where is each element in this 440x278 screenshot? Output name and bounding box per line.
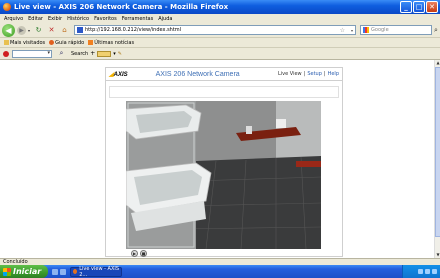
maximize-button[interactable]: □: [413, 1, 425, 13]
bookmark-guia-rapido[interactable]: Guia rápido: [49, 40, 84, 46]
addon-search[interactable]: Search + ▾ ✎: [71, 50, 122, 57]
firefox-bookmark-icon: [49, 40, 55, 45]
bookmarks-bar: Mais visitados Guia rápido Últimas notíc…: [0, 38, 440, 48]
setup-link[interactable]: Setup: [307, 71, 322, 77]
bookmark-label: Mais visitados: [10, 39, 46, 46]
network-icon[interactable]: [418, 269, 423, 274]
bookmark-mais-visitados[interactable]: Mais visitados: [4, 40, 45, 46]
window-titlebar: Live view - AXIS 206 Network Camera - Mo…: [0, 0, 440, 14]
help-link[interactable]: Help: [328, 71, 339, 77]
live-view-link[interactable]: Live View: [278, 71, 302, 77]
camera-nav-links: Live View | Setup | Help: [278, 71, 339, 77]
google-icon: [363, 27, 370, 33]
search-icon[interactable]: ⌕: [434, 26, 438, 35]
link-separator: |: [323, 71, 326, 77]
search-icon[interactable]: ⌕: [57, 49, 66, 58]
start-label: Iniciar: [13, 267, 42, 276]
folder-icon: [4, 40, 9, 45]
menu-ajuda[interactable]: Ajuda: [158, 16, 172, 22]
camera-toolbar-strip: [109, 86, 339, 98]
live-video-image: [126, 101, 321, 249]
record-icon[interactable]: [3, 50, 9, 57]
menu-exibir[interactable]: Exibir: [48, 16, 62, 22]
status-bar: Concluído: [0, 258, 440, 265]
navigation-toolbar: ◀ ▶ ▾ ↻ ✕ ⌂ http://192.168.0.212/view/in…: [0, 23, 440, 38]
menu-bar: Arquivo Editar Exibir Histórico Favorito…: [0, 14, 440, 23]
rss-icon: [88, 40, 94, 45]
menu-editar[interactable]: Editar: [28, 16, 43, 22]
firefox-icon: [3, 3, 11, 11]
addon-search-label: Search: [71, 50, 89, 57]
scroll-thumb[interactable]: [435, 67, 440, 237]
pencil-icon[interactable]: ✎: [118, 51, 122, 57]
start-button[interactable]: Iniciar: [0, 265, 48, 278]
menu-historico[interactable]: Histórico: [67, 16, 89, 22]
vertical-scrollbar[interactable]: ▲ ▼: [434, 60, 440, 258]
forward-button[interactable]: ▶: [17, 25, 26, 35]
search-placeholder: Google: [371, 27, 389, 33]
video-controls: ▶ ■: [131, 250, 147, 257]
window-title: Live view - AXIS 206 Network Camera - Mo…: [14, 3, 229, 11]
tray-icon[interactable]: [432, 269, 437, 274]
bookmark-label: Guia rápido: [55, 39, 85, 46]
reload-icon[interactable]: ↻: [34, 26, 43, 35]
search-box[interactable]: Google: [360, 25, 433, 35]
menu-arquivo[interactable]: Arquivo: [4, 16, 23, 22]
site-favicon: [77, 27, 84, 33]
addon-toolbar: ⌕ Search + ▾ ✎: [0, 48, 440, 60]
bookmark-ultimas-noticias[interactable]: Últimas notícias: [88, 40, 134, 46]
quick-launch: [52, 268, 66, 275]
firefox-icon: [73, 269, 78, 274]
quick-launch-icon[interactable]: [52, 268, 58, 275]
plus-icon[interactable]: +: [90, 50, 95, 57]
stop-button[interactable]: ■: [140, 250, 147, 257]
task-label: Live view - AXIS 2...: [79, 265, 120, 278]
highlight-icon[interactable]: [97, 50, 112, 57]
url-dropdown-icon[interactable]: ▾: [351, 28, 353, 33]
play-button[interactable]: ▶: [131, 250, 138, 257]
bookmark-star-icon[interactable]: ☆: [340, 27, 345, 34]
url-bar[interactable]: http://192.168.0.212/view/index.shtml ☆ …: [74, 25, 357, 35]
system-tray: [402, 265, 440, 278]
home-icon[interactable]: ⌂: [60, 26, 69, 35]
scroll-up-icon[interactable]: ▲: [435, 60, 440, 66]
bathroom-scene-image: [126, 101, 321, 249]
back-button[interactable]: ◀: [2, 23, 15, 37]
camera-title: AXIS 206 Network Camera: [155, 70, 240, 78]
dropdown-arrow-icon[interactable]: ▾: [113, 51, 116, 57]
minimize-button[interactable]: _: [400, 1, 412, 13]
camera-page: ◢AXIS AXIS 206 Network Camera Live View …: [105, 67, 343, 257]
page-content: ◢AXIS AXIS 206 Network Camera Live View …: [0, 60, 434, 258]
link-separator: |: [303, 71, 306, 77]
stop-icon[interactable]: ✕: [47, 26, 56, 35]
taskbar-item-firefox[interactable]: Live view - AXIS 2...: [70, 265, 122, 278]
axis-logo[interactable]: ◢AXIS: [109, 71, 128, 78]
quick-launch-icon[interactable]: [60, 268, 66, 275]
addon-dropdown[interactable]: [12, 49, 52, 58]
history-dropdown-icon[interactable]: ▾: [28, 28, 30, 33]
bookmark-label: Últimas notícias: [94, 39, 135, 46]
menu-favoritos[interactable]: Favoritos: [94, 16, 117, 22]
menu-ferramentas[interactable]: Ferramentas: [122, 16, 154, 22]
close-button[interactable]: ✕: [426, 1, 438, 13]
windows-logo-icon: [3, 267, 11, 276]
window-controls: _ □ ✕: [400, 1, 438, 13]
url-text: http://192.168.0.212/view/index.shtml: [85, 27, 182, 33]
volume-icon[interactable]: [425, 269, 430, 274]
taskbar: Iniciar Live view - AXIS 2...: [0, 265, 440, 278]
camera-header: ◢AXIS AXIS 206 Network Camera Live View …: [106, 68, 342, 81]
